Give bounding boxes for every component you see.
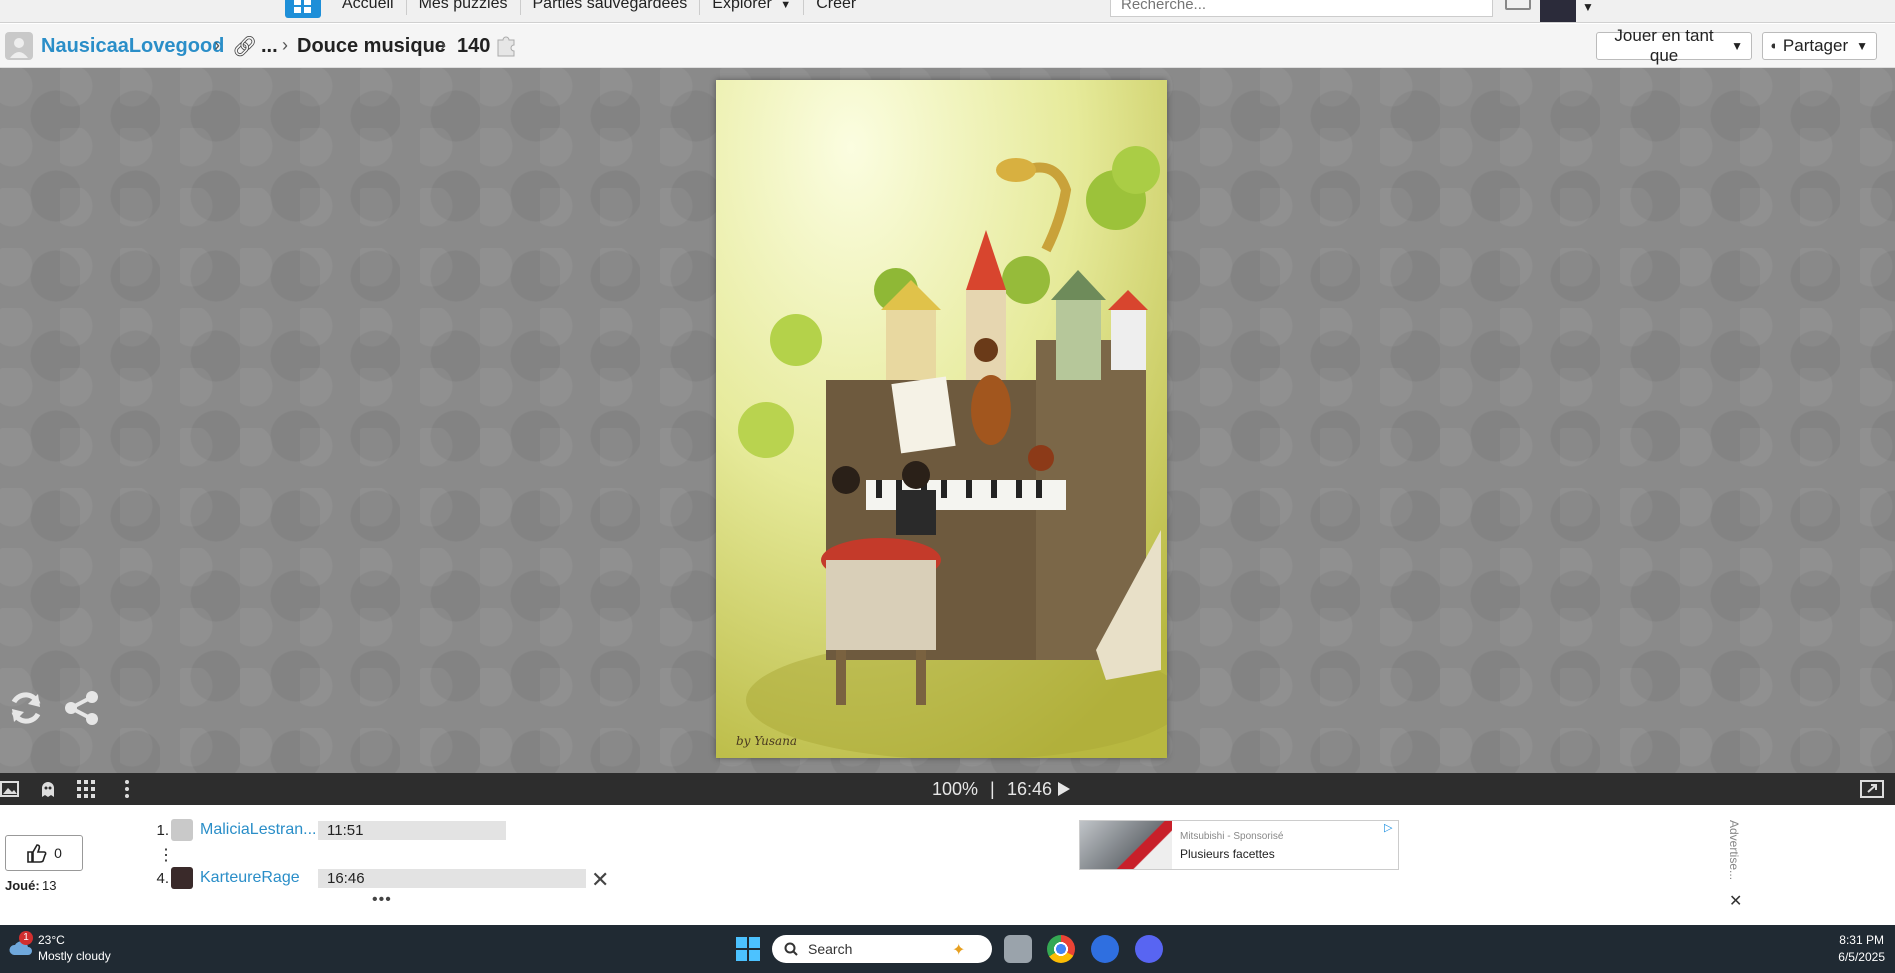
avatar[interactable]: [5, 32, 33, 60]
task-view-icon[interactable]: [1004, 935, 1032, 963]
info-panel: 0 Joué: 13 1. MaliciaLestran... 11:51 ⋮ …: [0, 805, 1895, 925]
clock-time[interactable]: 8:31 PM: [1838, 933, 1884, 947]
like-button[interactable]: 0: [5, 835, 83, 871]
breadcrumb-user-link[interactable]: NausicaaLovegood: [41, 35, 224, 58]
chevron-down-icon: ▼: [1856, 39, 1868, 53]
leaderboard-more[interactable]: •••: [372, 891, 392, 909]
ad-banner[interactable]: Mitsubishi - Sponsorisé Plusieurs facett…: [1079, 820, 1399, 870]
leaderboard-time: 16:46: [318, 868, 586, 888]
chevron-down-icon: ▼: [780, 0, 792, 11]
breadcrumb: NausicaaLovegood › 🔗︎ ... › Douce musiqu…: [0, 24, 1895, 68]
close-icon[interactable]: ✕: [1729, 891, 1742, 911]
leaderboard-row: 4. KarteureRage 16:46: [155, 867, 586, 889]
taskbar-search-label: Search: [808, 941, 853, 957]
nav-home[interactable]: Accueil: [330, 0, 406, 15]
leaderboard-row: 1. MaliciaLestran... 11:51: [155, 819, 506, 841]
nav-explore[interactable]: Explorer ▼: [699, 0, 803, 15]
refresh-icon[interactable]: [6, 688, 46, 728]
leaderboard-time: 11:51: [318, 820, 506, 840]
weather-temperature: 23°C: [38, 933, 65, 947]
adchoices-icon[interactable]: ▷: [1384, 821, 1392, 834]
ghost-image-icon[interactable]: [38, 779, 58, 799]
artist-signature: by Yusana: [736, 734, 797, 748]
chevron-down-icon[interactable]: ▼: [1582, 0, 1594, 14]
chevron-right-icon: ›: [214, 35, 220, 55]
ad-title[interactable]: Plusieurs facettes: [1180, 847, 1275, 861]
advertise-link[interactable]: Advertise...: [1727, 820, 1741, 880]
copilot-icon[interactable]: ✦: [952, 940, 965, 960]
taskbar-search[interactable]: Search ✦: [772, 935, 992, 963]
nav-explore-label: Explorer: [712, 0, 772, 12]
chrome-icon[interactable]: [1047, 935, 1075, 963]
clock-date[interactable]: 6/5/2025: [1830, 950, 1885, 964]
thumbs-up-icon: [27, 844, 47, 863]
nav-create[interactable]: Créer: [803, 0, 868, 15]
fullscreen-icon[interactable]: [1860, 779, 1884, 799]
nav-saved-games[interactable]: Parties sauvegardées: [519, 0, 700, 15]
chevron-right-icon: ›: [282, 35, 288, 55]
weather-description: Mostly cloudy: [38, 949, 111, 963]
share-icon[interactable]: [62, 688, 102, 728]
ad-sponsor: Mitsubishi - Sponsorisé: [1180, 831, 1284, 842]
mail-icon[interactable]: [1505, 0, 1531, 10]
puzzle-image[interactable]: by Yusana: [716, 80, 1167, 758]
zoom-level: 100%: [932, 779, 979, 799]
avatar[interactable]: [171, 867, 193, 889]
puzzle-piece-icon[interactable]: [493, 32, 519, 58]
chevron-right-icon: ›: [440, 35, 446, 55]
piece-count: 140: [457, 35, 491, 57]
close-icon[interactable]: ✕: [591, 867, 609, 893]
like-count: 0: [54, 845, 62, 861]
link-icon[interactable]: 🔗︎: [232, 34, 257, 59]
user-avatar[interactable]: [1540, 0, 1576, 22]
notification-badge: 1: [19, 931, 33, 945]
nav-my-puzzles[interactable]: Mes puzzles: [405, 0, 520, 15]
share-label: Partager: [1782, 36, 1849, 55]
more-vertical-icon[interactable]: [122, 779, 132, 799]
rank-number: 4.: [156, 869, 169, 887]
image-preview-icon[interactable]: [0, 779, 20, 799]
share-button[interactable]: Partager ▼: [1762, 32, 1877, 60]
ad-image[interactable]: [1080, 821, 1172, 869]
leaderboard-user-link[interactable]: MaliciaLestran...: [200, 821, 318, 839]
play-as-button[interactable]: Jouer en tant que ▼: [1596, 26, 1752, 65]
puzzle-logo-icon: [294, 0, 311, 13]
played-count: 13: [42, 878, 57, 893]
chevron-down-icon: ▼: [1731, 39, 1743, 53]
site-logo[interactable]: [285, 0, 321, 18]
avatar[interactable]: [171, 819, 193, 841]
puzzle-toolbar: 100% | 16:46: [0, 773, 1895, 805]
breadcrumb-more[interactable]: ...: [261, 35, 278, 58]
play-icon[interactable]: [1057, 781, 1071, 797]
grid-icon[interactable]: [76, 779, 96, 799]
played-label: Joué:: [5, 878, 40, 893]
puzzle-board[interactable]: by Yusana: [0, 68, 1895, 773]
search-input[interactable]: [1110, 0, 1493, 17]
share-icon: [1771, 43, 1775, 49]
discord-icon[interactable]: [1135, 935, 1163, 963]
user-silhouette-icon: [10, 38, 28, 58]
top-navigation: Accueil Mes puzzles Parties sauvegardées…: [0, 0, 1895, 23]
play-as-label: Jouer en tant que: [1614, 26, 1714, 65]
nav-links: Accueil Mes puzzles Parties sauvegardées…: [330, 0, 868, 15]
windows-start-icon[interactable]: [736, 937, 760, 961]
puzzle-title: Douce musique: [297, 35, 446, 57]
taskbar: 1 23°C Mostly cloudy Search ✦ 8:31 PM 6/…: [0, 925, 1895, 973]
leaderboard-user-link[interactable]: KarteureRage: [200, 869, 318, 887]
app-icon[interactable]: [1091, 935, 1119, 963]
elapsed-time: 16:46: [1007, 779, 1053, 799]
search-icon: [784, 942, 798, 956]
status-divider: |: [990, 779, 995, 799]
rank-number: 1.: [156, 821, 169, 839]
more-vertical-icon[interactable]: ⋮: [158, 845, 174, 865]
